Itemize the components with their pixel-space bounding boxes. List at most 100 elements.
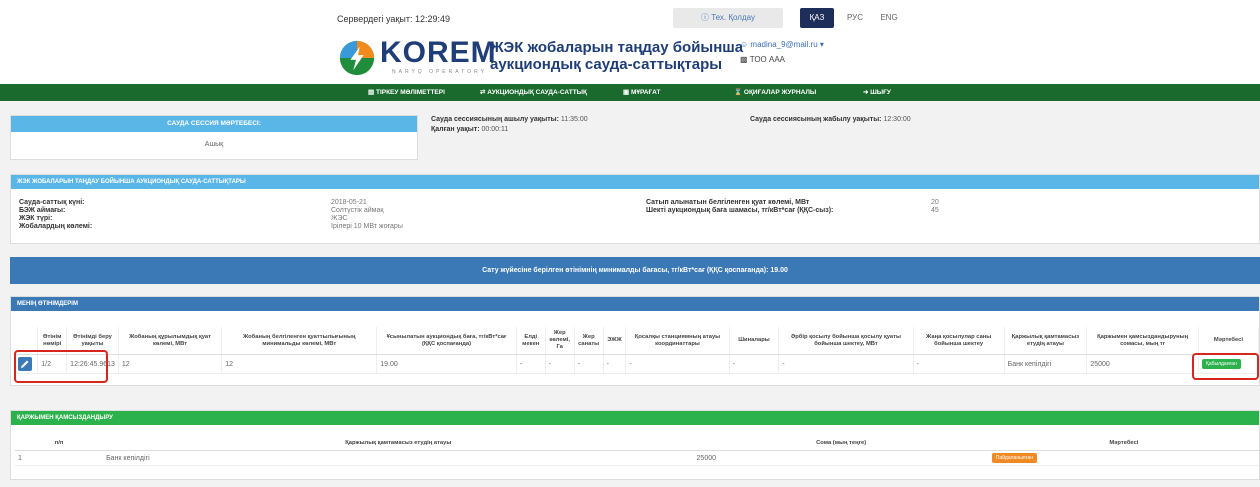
auction-capacity-label: Сатып алынатын белгіленген қуат көлемі, …: [646, 199, 810, 206]
auction-details-panel: ЖЭК ЖОБАЛАРЫН ТАҢДАУ БОЙЫНША АУКЦИОНДЫҚ …: [10, 174, 1260, 244]
col-guarantee-amount: Қаржымен қамсыздандыруның сомасы, мың тг: [1086, 327, 1199, 355]
my-bids-header-row: Өтінім нөмірі Өтінімді беру уақыты Жобан…: [15, 327, 1260, 355]
user-org-label: ТОО ААА: [749, 55, 785, 64]
session-close-value: 12:30:00: [883, 116, 911, 123]
support-link[interactable]: ⓘ Тех. Қолдау: [673, 8, 783, 28]
my-bids-heading: МЕНІҢ ӨТІНІМДЕРІМ: [11, 297, 1259, 311]
logo-subtitle: NARYQ OPERATORY: [392, 69, 487, 75]
site-title: ЖЭК жобаларын таңдау бойынша аукциондық …: [490, 39, 743, 73]
session-remaining-time: Қалған уақыт: 00:00:11: [431, 126, 508, 133]
exchange-icon: ⇄: [480, 89, 486, 96]
lang-kaz[interactable]: ҚАЗ: [800, 8, 834, 28]
cell-guarantee-name: Банк кепілдігі: [103, 450, 694, 466]
auction-left-labels: Сауда-саттық күні: БЭЖ аймағы: ЖЭК түрі:…: [19, 199, 92, 231]
support-label: Тех. Қолдау: [711, 13, 756, 22]
cell-power-line: -: [603, 354, 627, 374]
logo-text[interactable]: KOREM: [380, 36, 497, 70]
cell-offered-price: 19.00: [376, 354, 517, 374]
auction-left-values: 2018-05-21 Солтүстік аймақ ЖЭС Ірілері 1…: [331, 199, 403, 231]
auction-zone-label: БЭЖ аймағы:: [19, 207, 66, 214]
col-locality: Елді мекен: [516, 327, 546, 355]
finance-table-wrap: п/п Қаржылық қамтамасыз етудің атауы Сом…: [11, 425, 1259, 466]
cell-locality: -: [516, 354, 546, 374]
session-close-time: Сауда сессиясының жабылу уақыты: 12:30:0…: [750, 116, 911, 123]
col-substation: Қосалқы станциямның атауы координаттары: [625, 327, 730, 355]
user-icon: ☺: [740, 40, 749, 49]
cell-guarantee-name: Банк кепілдігі: [1004, 354, 1088, 374]
cell-min-capacity: 12: [221, 354, 378, 374]
col-new-connections-limit: Жаңа қосылулар саны бойынша шектеу: [913, 327, 1005, 355]
auction-capacity-value: 20: [931, 199, 939, 206]
nav-auction[interactable]: ⇄ АУКЦИОНДЫҚ САУДА-САТТЫҚ: [480, 84, 587, 101]
auction-date-label: Сауда-саттық күні:: [19, 199, 85, 206]
my-bids-table: Өтінім нөмірі Өтінімді беру уақыты Жобан…: [15, 327, 1260, 374]
nav-event-log[interactable]: ⌛ ОҚИҒАЛАР ЖУРНАЛЫ: [734, 84, 816, 101]
auction-price-cap-label: Шекті аукциондық баға шамасы, тг/кВт*сағ…: [646, 207, 834, 214]
server-time: Сервердегі уақыт: 12:29:49: [337, 14, 451, 24]
col-power-line: ЭЖЖ: [603, 327, 627, 355]
session-open-label: Сауда сессиясының ашылу уақыты:: [431, 116, 559, 123]
nav-archive-label: МҰРАҒАТ: [630, 89, 661, 96]
finance-panel: ҚАРЖЫМЕН ҚАМСЫЗДАНДЫРУ п/п Қаржылық қамт…: [10, 410, 1260, 480]
auction-type-value: ЖЭС: [331, 215, 348, 222]
col-connection-limit: Әрбір қосылу бойынша қосылу қуаты бойынш…: [778, 327, 914, 355]
col-status: Мәртебесі: [1198, 327, 1260, 355]
lang-rus[interactable]: РУС: [838, 8, 872, 28]
session-status-value: Ашық: [204, 141, 224, 148]
logout-icon: ➜: [863, 89, 869, 96]
nav-archive[interactable]: ▣ МҰРАҒАТ: [623, 84, 660, 101]
auction-volume-label: Жобалардың көлемі:: [19, 223, 93, 230]
finance-table: п/п Қаржылық қамтамасыз етудің атауы Сом…: [15, 437, 1259, 466]
col-amount: Сома (мың теңге): [693, 437, 989, 451]
session-remaining-label: Қалған уақыт:: [431, 126, 480, 133]
auction-zone-value: Солтүстік аймақ: [331, 207, 384, 214]
main-nav: ▤ ТІРКЕУ МӘЛІМЕТТЕРІ ⇄ АУКЦИОНДЫҚ САУДА-…: [0, 84, 1260, 101]
site-header: KOREM NARYQ OPERATORY ЖЭК жобаларын таңд…: [0, 30, 1260, 84]
auction-date-value: 2018-05-21: [331, 199, 367, 206]
cell-new-connections-limit: -: [913, 354, 1005, 374]
col-offered-price: Ұсынылатын аукциондық баға, тг/кВт*сағ (…: [376, 327, 517, 355]
session-remaining-value: 00:00:11: [481, 126, 509, 133]
site-title-line2: аукциондық сауда-саттықтары: [490, 56, 723, 73]
cell-land-category: -: [574, 354, 604, 374]
col-guarantee-name: Қаржылық қамтамасыз етудің атауы: [1004, 327, 1088, 355]
cell-substation: -: [625, 354, 730, 374]
auction-volume-value: Ірілері 10 МВт жоғары: [331, 223, 403, 230]
nav-logout[interactable]: ➜ ШЫҒУ: [863, 84, 891, 101]
nav-registration[interactable]: ▤ ТІРКЕУ МӘЛІМЕТТЕРІ: [368, 84, 445, 101]
session-close-label: Сауда сессиясының жабылу уақыты:: [750, 116, 882, 123]
lang-eng[interactable]: ENG: [872, 8, 906, 28]
col-guarantee-name: Қаржылық қамтамасыз етудің атауы: [103, 437, 694, 451]
logo-icon[interactable]: [338, 38, 376, 78]
user-menu[interactable]: ☺ madina_9@mail.ru ▾: [740, 40, 824, 49]
session-open-value: 11:35:00: [560, 116, 588, 123]
list-icon: ▤: [368, 89, 375, 96]
cell-index: 1: [15, 450, 104, 466]
hourglass-icon: ⌛: [734, 89, 743, 96]
status-badge: Пайдаланылған: [991, 453, 1037, 463]
col-structural-capacity: Жобаның құрылымдық қуат көлемі, МВт: [118, 327, 223, 355]
auction-details-heading: ЖЭК ЖОБАЛАРЫН ТАҢДАУ БОЙЫНША АУКЦИОНДЫҚ …: [11, 175, 1259, 189]
cell-structural-capacity: 12: [118, 354, 223, 374]
auction-type-label: ЖЭК түрі:: [19, 215, 53, 222]
user-org: ▩ ТОО ААА: [740, 55, 785, 64]
my-bids-table-wrap: Өтінім нөмірі Өтінімді беру уақыты Жобан…: [11, 311, 1260, 374]
cell-status: Пайдаланылған: [988, 450, 1259, 466]
my-bids-panel: МЕНІҢ ӨТІНІМДЕРІМ Өтінім нөмірі Өтінімді…: [10, 296, 1260, 386]
col-status: Мәртебесі: [988, 437, 1259, 451]
cell-guarantee-amount: 25000: [1086, 354, 1199, 374]
session-status-box: САУДА СЕССИЯ МӘРТЕБЕСІ: Ашық: [10, 115, 418, 160]
cell-busbars: -: [729, 354, 780, 374]
chevron-down-icon: ▾: [819, 40, 824, 49]
user-email: madina_9@mail.ru: [750, 40, 818, 49]
highlight-box-bid: [14, 350, 108, 383]
min-price-banner: Сату жүйесіне берілген өтінімнің минимал…: [10, 257, 1260, 284]
nav-auction-label: АУКЦИОНДЫҚ САУДА-САТТЫҚ: [487, 89, 588, 96]
archive-icon: ▣: [623, 89, 630, 96]
nav-event-log-label: ОҚИҒАЛАР ЖУРНАЛЫ: [743, 89, 817, 96]
table-row: 1/2 12:26:45.9613 12 12 19.00 - - - - - …: [15, 354, 1260, 374]
cell-amount: 25000: [693, 450, 989, 466]
cell-connection-limit: -: [778, 354, 914, 374]
finance-heading: ҚАРЖЫМЕН ҚАМСЫЗДАНДЫРУ: [11, 411, 1259, 425]
col-index: п/п: [15, 437, 104, 451]
